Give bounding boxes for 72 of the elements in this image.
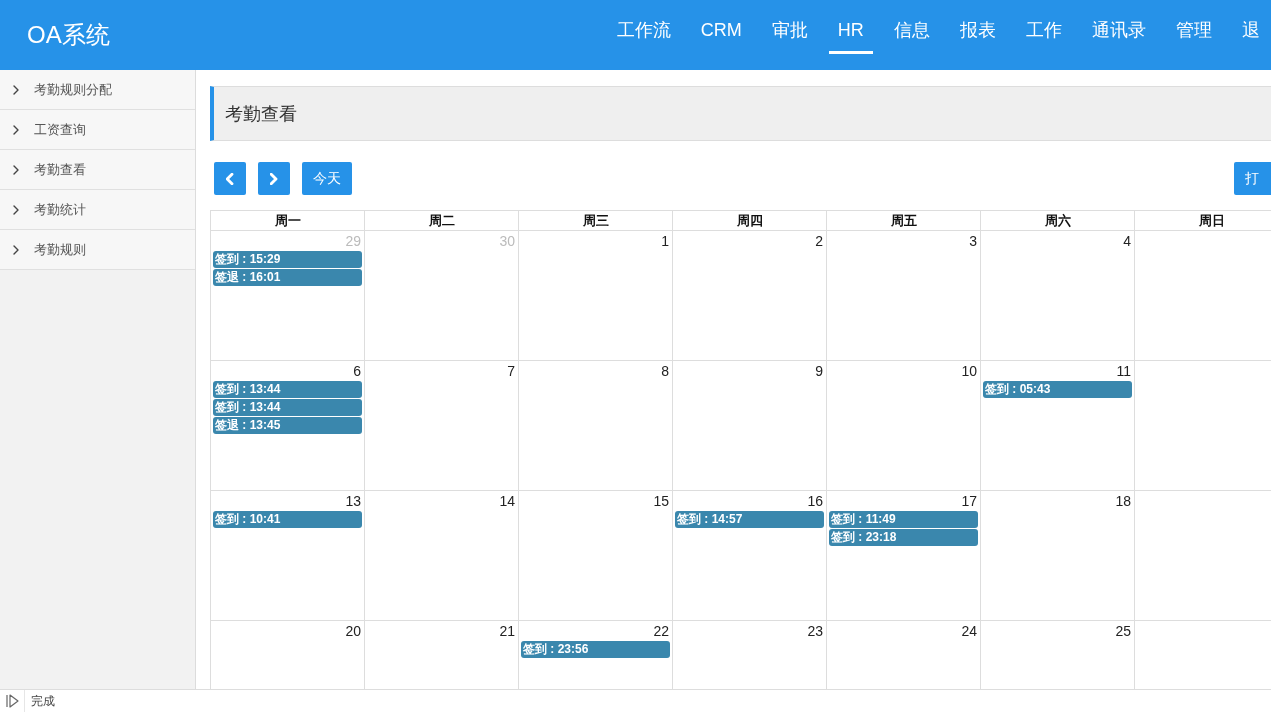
today-button[interactable]: 今天 [302, 162, 352, 195]
app-logo: OA系统 [26, 20, 110, 50]
chevron-right-icon [13, 84, 19, 95]
weekday-header: 周二 [365, 211, 519, 231]
day-number: 17 [961, 492, 978, 510]
sidebar-item[interactable]: 考勤查看 [0, 150, 195, 190]
day-number: 18 [1115, 492, 1132, 510]
day-number: 4 [1123, 232, 1132, 250]
attendance-event[interactable]: 签到 : 23:18 [829, 529, 978, 546]
weekday-header: 周三 [519, 211, 673, 231]
day-number: 22 [653, 622, 670, 640]
day-number: 2 [815, 232, 824, 250]
attendance-event[interactable]: 签到 : 23:56 [521, 641, 670, 658]
attendance-event[interactable]: 签到 : 14:57 [675, 511, 824, 528]
status-text: 完成 [30, 692, 55, 710]
nav-tab[interactable]: 退 [1232, 0, 1269, 54]
sidebar-item[interactable]: 工资查询 [0, 110, 195, 150]
attendance-event[interactable]: 签到 : 15:29 [213, 251, 362, 268]
nav-tab[interactable]: 报表 [950, 0, 1005, 54]
previous-button[interactable] [214, 162, 246, 195]
attendance-event[interactable]: 签到 : 10:41 [213, 511, 362, 528]
sidebar-item[interactable]: 考勤规则分配 [0, 70, 195, 110]
chevron-right-icon [13, 244, 19, 255]
nav-tab[interactable]: CRM [691, 0, 751, 54]
nav-tab[interactable]: 信息 [884, 0, 939, 54]
chevron-left-icon [226, 172, 234, 185]
day-number: 15 [653, 492, 670, 510]
day-number: 23 [807, 622, 824, 640]
nav-tab[interactable]: HR [828, 0, 873, 54]
weekday-header: 周五 [827, 211, 981, 231]
day-number: 10 [961, 362, 978, 380]
day-number: 9 [815, 362, 824, 380]
weekday-header: 周四 [673, 211, 827, 231]
chevron-right-icon [13, 164, 19, 175]
day-number: 24 [961, 622, 978, 640]
day-number: 16 [807, 492, 824, 510]
day-number: 29 [345, 232, 362, 250]
attendance-event[interactable]: 签到 : 13:44 [213, 381, 362, 398]
sidebar-item[interactable]: 考勤规则 [0, 230, 195, 270]
day-number: 25 [1115, 622, 1132, 640]
day-number: 21 [499, 622, 516, 640]
weekday-header: 周六 [981, 211, 1135, 231]
play-icon [5, 694, 19, 708]
punch-button[interactable]: 打 [1234, 162, 1271, 195]
day-number: 14 [499, 492, 516, 510]
attendance-event[interactable]: 签退 : 16:01 [213, 269, 362, 286]
day-number: 30 [499, 232, 516, 250]
day-number: 8 [661, 362, 670, 380]
weekday-header: 周日 [1135, 211, 1271, 231]
nav-tab[interactable]: 工作 [1016, 0, 1071, 54]
nav-tab[interactable]: 审批 [762, 0, 817, 54]
chevron-right-icon [270, 172, 278, 185]
chevron-right-icon [13, 204, 19, 215]
page-title: 考勤查看 [210, 86, 1271, 141]
day-number: 3 [969, 232, 978, 250]
nav-tab[interactable]: 通讯录 [1082, 0, 1155, 54]
day-number: 13 [345, 492, 362, 510]
day-number: 6 [353, 362, 362, 380]
day-number: 20 [345, 622, 362, 640]
chevron-right-icon [13, 124, 19, 135]
nav-tab[interactable]: 工作流 [607, 0, 680, 54]
attendance-event[interactable]: 签到 : 13:44 [213, 399, 362, 416]
attendance-event[interactable]: 签到 : 05:43 [983, 381, 1132, 398]
weekday-header: 周一 [211, 211, 365, 231]
attendance-event[interactable]: 签到 : 11:49 [829, 511, 978, 528]
attendance-event[interactable]: 签退 : 13:45 [213, 417, 362, 434]
day-number: 1 [661, 232, 670, 250]
nav-tab[interactable]: 管理 [1166, 0, 1221, 54]
next-button[interactable] [258, 162, 290, 195]
sidebar-item[interactable]: 考勤统计 [0, 190, 195, 230]
day-number: 11 [1116, 362, 1132, 380]
day-number: 7 [507, 362, 516, 380]
